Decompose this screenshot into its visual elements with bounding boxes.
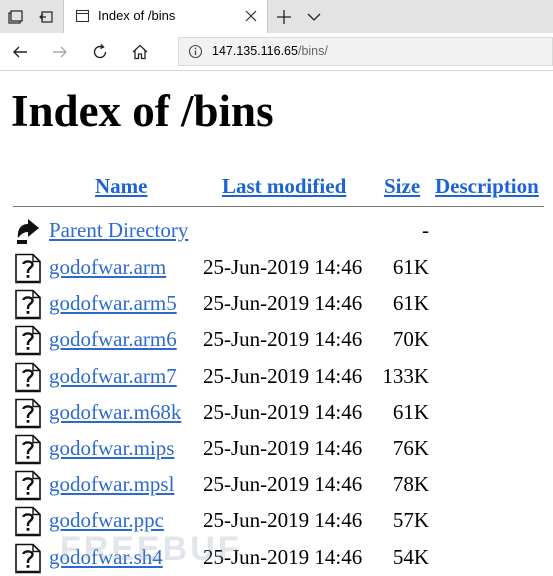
file-row: godofwar.arm5 25-Jun-2019 14:46 61K [0,287,553,321]
file-row: godofwar.sh4 25-Jun-2019 14:46 54K [0,541,553,575]
back-button[interactable] [0,33,40,70]
file-link[interactable]: godofwar.m68k [49,397,181,427]
close-icon [245,10,257,22]
unknown-file-icon [15,543,41,573]
unknown-file-icon [15,326,41,356]
file-link[interactable]: godofwar.mpsl [49,469,174,499]
address-bar[interactable]: 147.135.116.65/bins/ [178,37,553,66]
new-tab-button[interactable] [271,0,297,33]
file-modified: 25-Jun-2019 14:46 [203,327,363,352]
navigation-bar: 147.135.116.65/bins/ [0,33,553,71]
file-modified: 25-Jun-2019 14:46 [203,399,363,424]
refresh-button[interactable] [80,33,120,70]
file-link[interactable]: godofwar.sh4 [49,542,163,572]
file-link[interactable]: godofwar.mips [49,433,174,463]
file-link[interactable]: godofwar.arm7 [49,361,177,391]
file-link[interactable]: godofwar.ppc [49,505,164,535]
file-row: godofwar.mips 25-Jun-2019 14:46 76K [0,432,553,466]
file-modified: 25-Jun-2019 14:46 [203,508,363,533]
file-modified: 25-Jun-2019 14:46 [203,291,363,316]
tab-list-button[interactable] [301,0,327,33]
file-modified: 25-Jun-2019 14:46 [203,472,363,497]
tab-manager-icon [8,9,23,24]
file-link[interactable]: godofwar.arm [49,252,166,282]
chevron-down-icon [307,13,321,21]
column-header-last-modified[interactable]: Last modified [222,171,346,201]
page-title: Index of /bins [11,86,274,136]
file-size: 76K [392,436,429,460]
file-modified: 25-Jun-2019 14:46 [203,255,363,279]
parent-directory-row: Parent Directory - [0,214,553,248]
refresh-icon [93,43,107,58]
forward-button[interactable] [40,33,80,70]
column-header-description[interactable]: Description [435,171,539,201]
file-link[interactable]: godofwar.arm6 [49,324,177,354]
file-row: godofwar.m68k 25-Jun-2019 14:46 61K [0,396,553,430]
file-size: 57K [392,508,429,533]
file-size: 61K [392,291,429,316]
file-row: godofwar.arm7 25-Jun-2019 14:46 133K [0,360,553,394]
file-size: 61K [392,399,429,424]
back-icon [13,46,27,57]
file-modified: 25-Jun-2019 14:46 [203,436,363,460]
file-row: godofwar.arm6 25-Jun-2019 14:46 70K [0,323,553,357]
set-aside-tabs-icon [39,10,53,23]
header-divider [13,206,544,207]
unknown-file-icon [15,470,41,501]
unknown-file-icon [15,507,41,537]
file-modified: 25-Jun-2019 14:46 [203,363,363,388]
info-icon [188,44,203,59]
file-link[interactable]: godofwar.arm5 [49,288,177,318]
file-size: 133K [382,363,429,388]
file-size: 54K [392,544,429,569]
unknown-file-icon [15,362,41,392]
unknown-file-icon [15,253,41,284]
unknown-file-icon [15,434,41,465]
file-size: 78K [392,472,429,497]
tab-bar: Index of /bins [0,0,553,33]
close-tab-button[interactable] [243,8,259,24]
column-header-name[interactable]: Name [95,171,147,201]
page-icon [75,9,90,23]
file-size: 70K [392,327,429,352]
unknown-file-icon [15,398,41,429]
parent-directory-icon [17,219,39,244]
set-aside-tabs-button[interactable] [30,0,62,33]
home-icon [132,44,148,59]
file-row: godofwar.mpsl 25-Jun-2019 14:46 78K [0,468,553,502]
file-row: godofwar.arm 25-Jun-2019 14:46 61K [0,251,553,285]
unknown-file-icon [15,289,41,320]
tab-title: Index of /bins [98,8,176,23]
forward-icon [53,46,67,57]
address-host: 147.135.116.65 [212,44,298,58]
parent-directory-link[interactable]: Parent Directory [49,215,188,245]
home-button[interactable] [120,33,160,70]
address-path: /bins/ [297,44,328,58]
new-tab-icon [277,9,291,24]
column-header-size[interactable]: Size [384,171,420,201]
file-modified: 25-Jun-2019 14:46 [203,544,363,569]
file-row: godofwar.ppc 25-Jun-2019 14:46 57K [0,504,553,538]
file-size: 61K [392,255,429,279]
parent-directory-size: - [422,218,429,242]
tab-manager-button[interactable] [0,0,30,33]
address-url: 147.135.116.65/bins/ [212,44,328,58]
active-tab[interactable]: Index of /bins [63,0,268,33]
